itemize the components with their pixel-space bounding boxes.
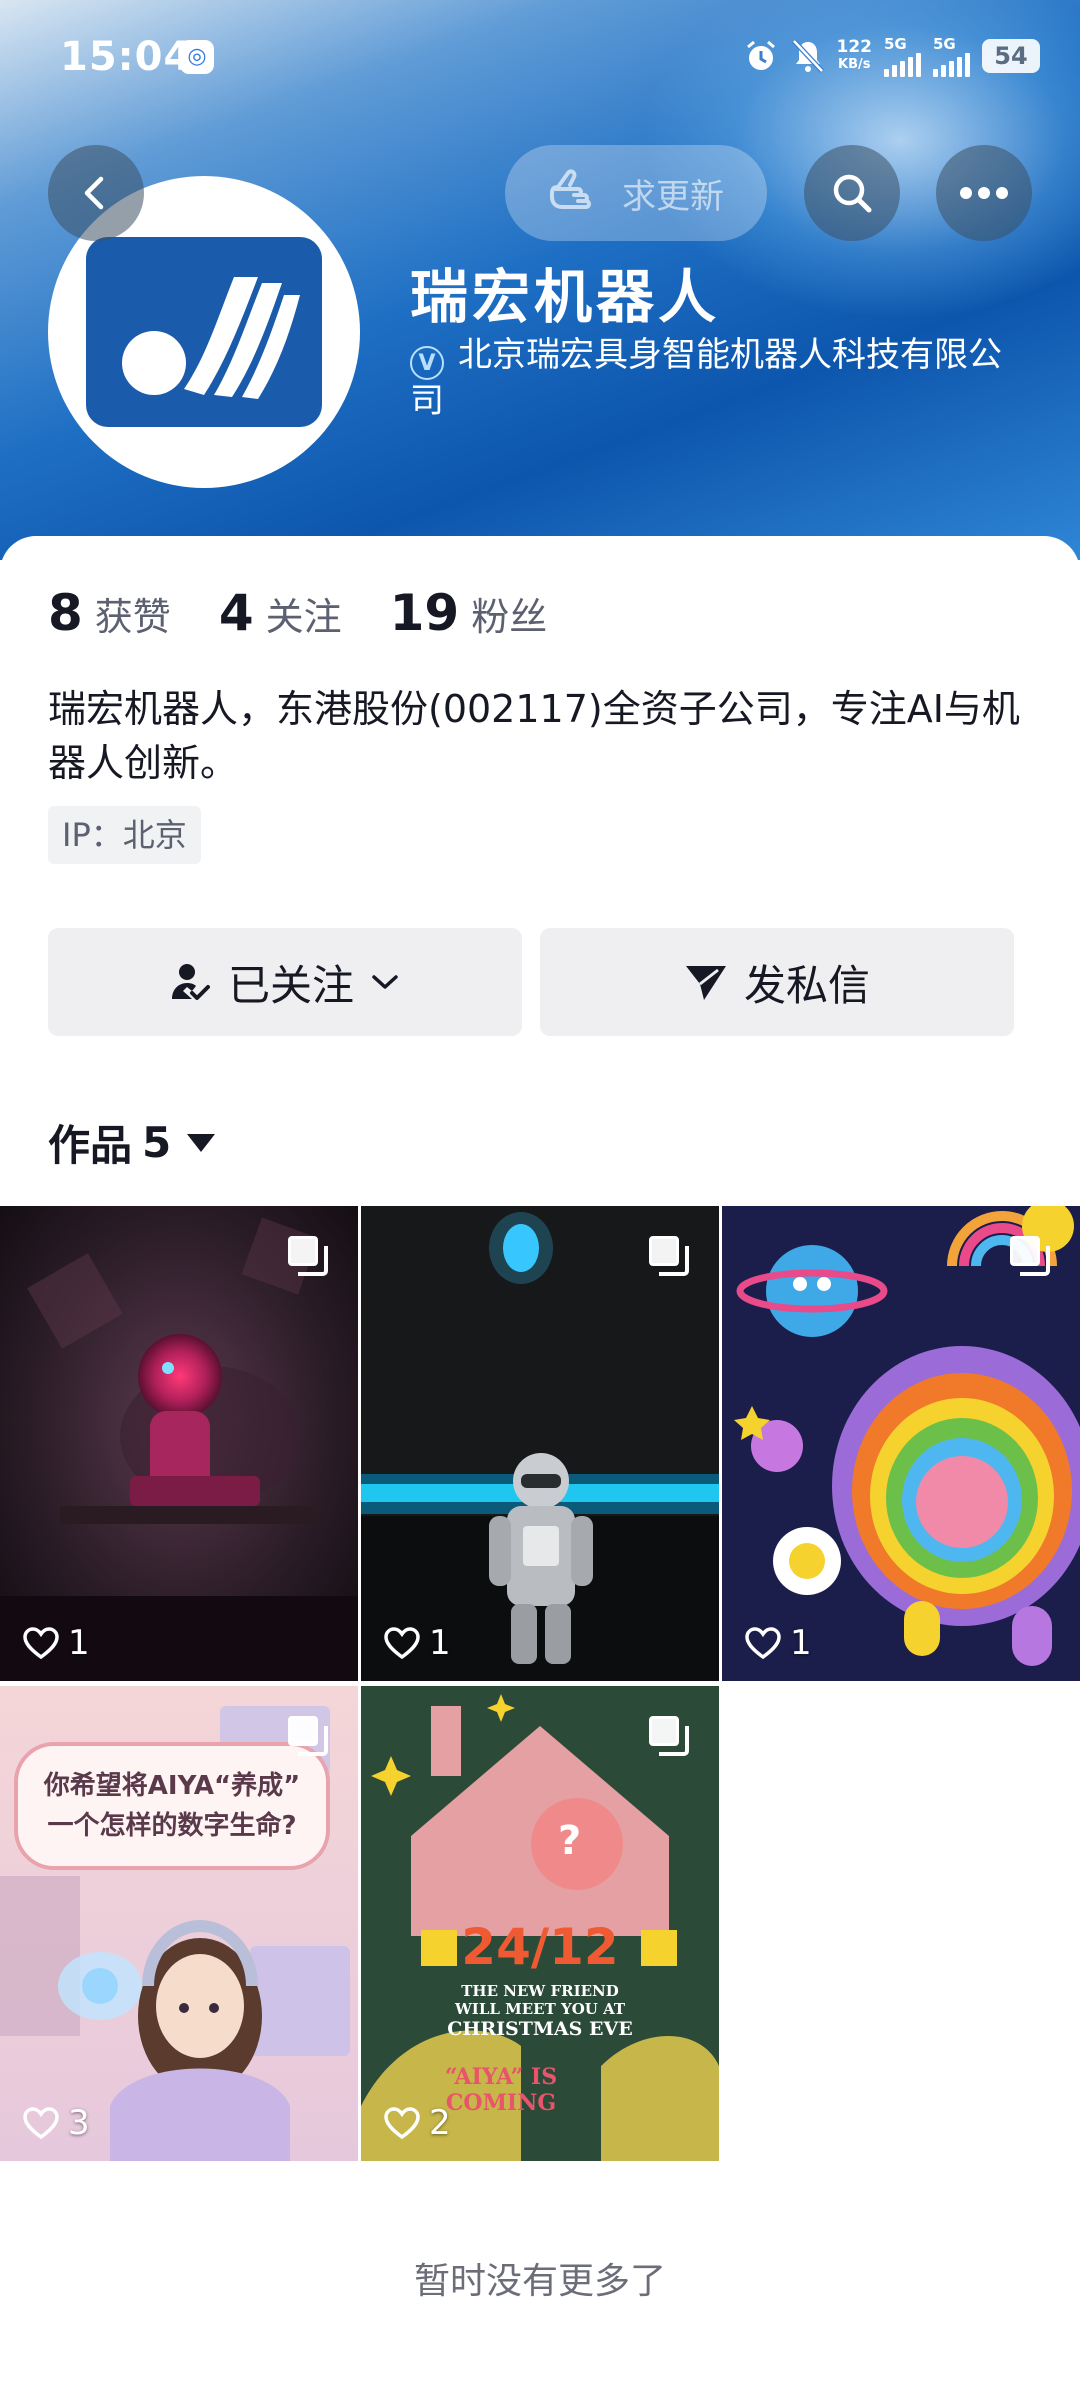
work-item[interactable]: 1 [0,1206,358,1681]
heart-icon [384,1627,420,1660]
like-count-value: 1 [68,1623,90,1663]
pointing-hand-icon [550,169,591,209]
work-item[interactable]: 1 [722,1206,1080,1681]
stat-value: 8 [48,584,83,642]
like-count: 1 [22,1623,90,1663]
stat-value: 4 [218,584,254,642]
search-button[interactable] [804,145,900,241]
status-icons: 122 KB/s 5G 5G 54 [743,35,1040,77]
verified-info: V 北京瑞宏具身智能机器人科技有限公司 [410,334,1030,422]
heart-icon [23,1627,59,1660]
poster-line: CHRISTMAS EVE [447,2018,633,2040]
poster-text-line: 一个怎样的数字生命? [47,1811,297,1841]
poster-text-line: 你希望将AIYA“养成” [43,1771,301,1801]
like-count: 2 [383,2103,451,2143]
request-update-button[interactable]: 求更新 [505,145,767,241]
robot-photo-thumbnail [0,1206,358,1681]
more-button[interactable] [936,145,1032,241]
alarm-icon [746,40,775,70]
stat-likes[interactable]: 8 获赞 [48,584,171,642]
stat-label: 粉丝 [471,595,548,639]
multi-image-icon [649,1236,689,1276]
work-item[interactable]: 你希望将AIYA“养成” 一个怎样的数字生命? 3 [0,1686,358,2161]
status-time: 15:04 [60,34,193,80]
like-count: 1 [744,1623,812,1663]
search-icon [833,174,872,213]
follow-label: 已关注 [227,960,354,1010]
chevron-left-icon [84,176,104,210]
works-count: 5 [142,1118,172,1167]
profile-name: 瑞宏机器人 [410,263,721,331]
signal-bars-2-icon [933,53,970,77]
multi-image-icon [649,1716,689,1756]
poster-line: WILL MEET YOU AT [454,2000,626,2018]
heart-icon [23,2107,59,2140]
caret-down-icon [187,1133,216,1152]
heart-icon [745,1627,781,1660]
poster-speech-bubble: 你希望将AIYA“养成” 一个怎样的数字生命? [14,1742,330,1870]
cartoon-illustration-thumbnail [722,1206,1080,1681]
user-check-icon [171,964,210,1000]
multi-image-icon [288,1716,328,1756]
like-count-value: 1 [429,1623,451,1663]
stat-label: 关注 [265,595,342,639]
poster-question-mark: ? [558,1818,582,1864]
like-count: 3 [22,2103,90,2143]
like-count: 1 [383,1623,451,1663]
verified-company: 北京瑞宏具身智能机器人科技有限公司 [410,335,1002,421]
stat-label: 获赞 [94,595,171,639]
bio-text: 瑞宏机器人，东港股份(002117)全资子公司，专注AI与机器人创新。 [48,687,1020,785]
send-icon [685,966,726,1000]
multi-image-icon [1010,1236,1050,1276]
app-notification-icon: ◎ [180,40,214,74]
like-count-value: 2 [429,2103,451,2143]
follow-button[interactable]: 已关注 [48,928,522,1036]
work-item[interactable]: 24/12 THE NEW FRIEND WILL MEET YOU AT CH… [361,1686,719,2161]
brand-logo [86,237,322,427]
work-item[interactable]: 1 [361,1206,719,1681]
verified-badge-icon: V [410,346,444,380]
chevron-down-icon [372,975,398,989]
multi-image-icon [288,1236,328,1276]
signal-2: 5G [933,35,970,77]
signal-1: 5G [884,35,921,77]
like-count-value: 3 [68,2103,90,2143]
net-type-1: 5G [884,35,907,53]
stats-row: 8 获赞 4 关注 19 粉丝 [48,584,547,642]
like-count-value: 1 [790,1623,812,1663]
network-speed: 122 KB/s [837,39,873,73]
works-title-label: 作品 [48,1121,133,1170]
stat-value: 19 [389,584,460,642]
mute-bell-icon [791,39,824,73]
message-label: 发私信 [743,960,870,1010]
poster-date: 24/12 [461,1918,619,1976]
works-tab[interactable]: 作品 5 [48,1112,216,1173]
no-more-text: 暂时没有更多了 [413,2261,666,2302]
heart-icon [384,2107,420,2140]
back-button[interactable] [48,145,144,241]
speed-value: 122 [836,37,873,57]
request-update-label: 求更新 [622,176,724,217]
astronaut-photo-thumbnail [361,1206,719,1681]
stat-following[interactable]: 4 关注 [219,584,342,642]
message-button[interactable]: 发私信 [540,928,1014,1036]
status-bar: 15:04 ◎ 122 KB/s 5G 5G 54 [0,0,1080,110]
speed-unit: KB/s [838,57,871,72]
more-dots-icon [960,187,1008,199]
poster-line: THE NEW FRIEND [461,1982,619,2000]
battery-icon: 54 [982,39,1040,73]
net-type-2: 5G [933,35,956,53]
signal-bars-1-icon [884,53,921,77]
ip-tag: IP：北京 [48,806,201,864]
stat-followers[interactable]: 19 粉丝 [390,584,548,642]
